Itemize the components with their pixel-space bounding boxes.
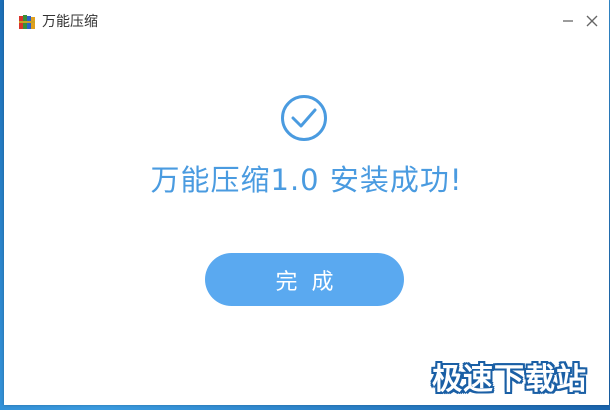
watermark-text: 极速下载站	[432, 362, 587, 397]
archive-books-icon	[19, 14, 35, 30]
success-message: 万能压缩1.0 安装成功!	[150, 163, 463, 197]
check-circle-icon	[280, 94, 328, 142]
minimize-button[interactable]	[557, 10, 579, 32]
close-button[interactable]	[581, 10, 603, 32]
installer-window: 万能压缩 万能压缩1.0 安装成功! 完成	[4, 0, 609, 405]
title-bar[interactable]: 万能压缩	[4, 0, 609, 44]
minimize-icon	[563, 20, 573, 22]
done-button[interactable]: 完成	[205, 253, 404, 306]
window-title: 万能压缩	[42, 14, 98, 30]
close-icon	[586, 15, 598, 27]
